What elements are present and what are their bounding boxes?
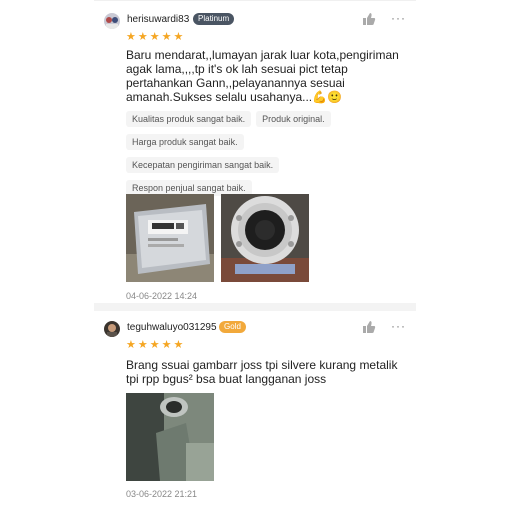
star-icon: ★ [137,339,148,351]
review-tag: Produk original. [256,111,331,127]
review-tag: Kecepatan pengiriman sangat baik. [126,157,280,173]
star-rating: ★ ★ ★ ★ ★ [126,340,183,351]
review-text: Brang ssuai gambarr joss tpi silvere kur… [126,358,398,386]
star-icon: ★ [149,339,160,351]
review-text: Baru mendarat,,lumayan jarak luar kota,p… [126,48,399,104]
review-photo-product[interactable] [221,194,309,282]
membership-badge: Platinum [193,13,235,25]
review-tag: Harga produk sangat baik. [126,134,244,150]
review-date: 03-06-2022 21:21 [126,489,198,499]
more-options-icon[interactable]: ··· [391,319,406,333]
review-card: teguhwaluyo031295 Gold ··· ★ ★ ★ ★ ★ Bra… [94,311,416,506]
star-icon: ★ [126,31,136,43]
thumbs-up-icon[interactable] [362,320,376,334]
more-options-icon[interactable]: ··· [391,11,406,25]
star-icon: ★ [126,339,136,351]
star-icon: ★ [173,31,184,43]
thumbs-up-icon[interactable] [362,12,376,26]
star-icon: ★ [161,31,172,43]
review-card: herisuwardi83 Platinum ··· ★ ★ ★ ★ ★ Bar… [94,0,416,304]
reviewer-username[interactable]: teguhwaluyo031295 [127,322,217,333]
star-icon: ★ [137,31,148,43]
avatar[interactable] [104,13,120,29]
review-photo-package[interactable] [126,194,214,282]
star-icon: ★ [161,339,172,351]
review-tag: Kualitas produk sangat baik. [126,111,252,127]
review-photo[interactable] [126,393,214,481]
review-tags: Kualitas produk sangat baik. Produk origi… [126,109,411,201]
membership-badge: Gold [219,321,246,333]
avatar[interactable] [104,321,120,337]
review-date: 04-06-2022 14:24 [126,291,198,301]
reviewer-username[interactable]: herisuwardi83 [127,14,189,25]
star-icon: ★ [149,31,160,43]
review-divider [94,303,416,311]
star-rating: ★ ★ ★ ★ ★ [126,32,183,43]
star-icon: ★ [173,339,184,351]
